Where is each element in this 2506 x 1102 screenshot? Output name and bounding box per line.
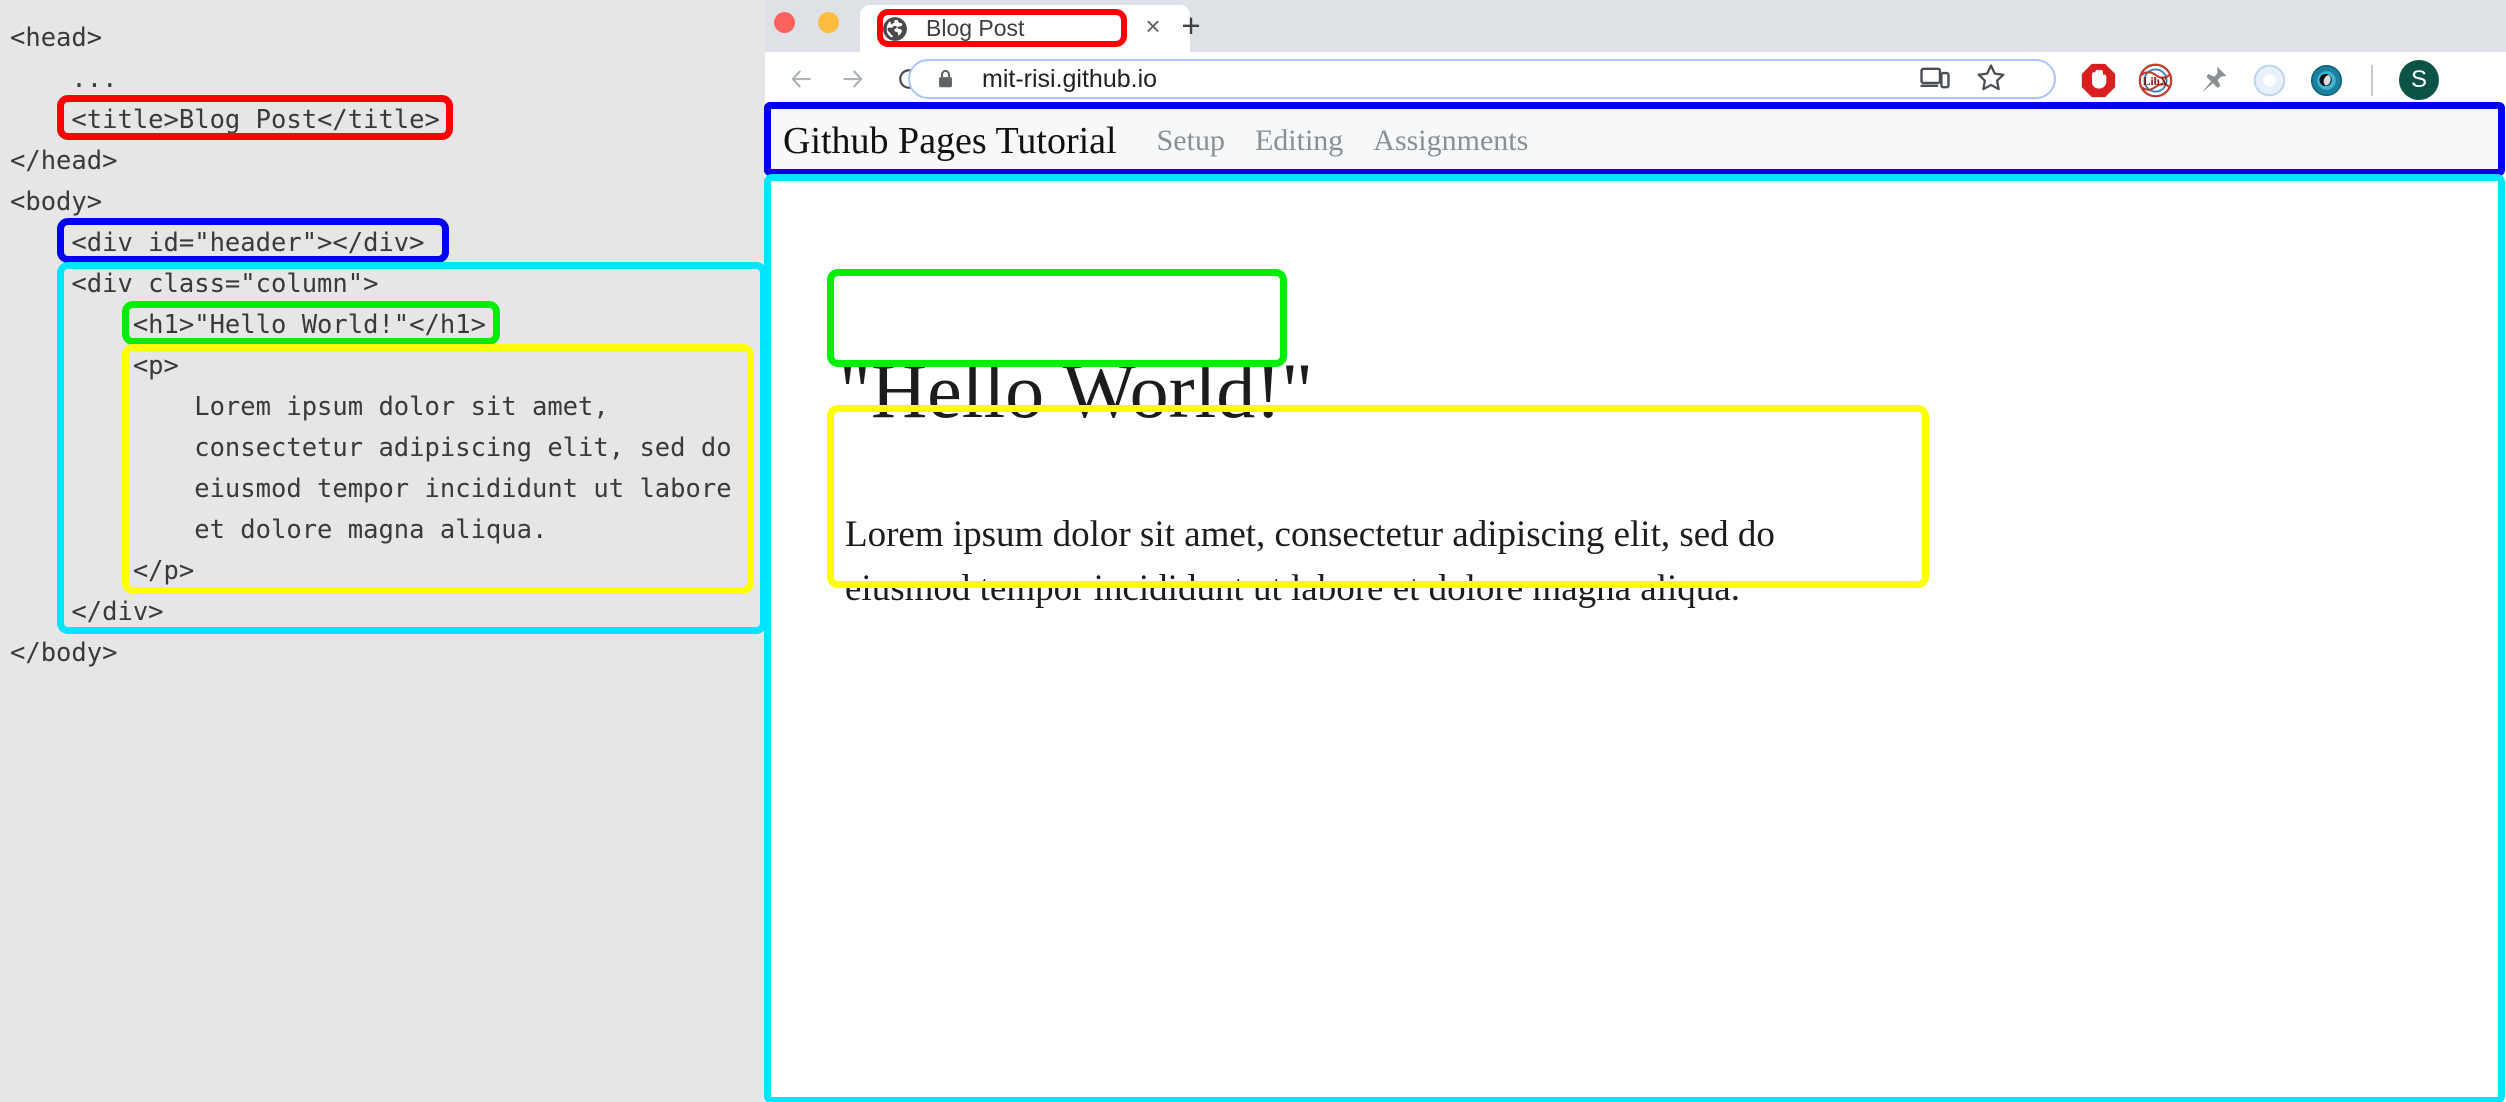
eye-extension-icon[interactable] <box>2308 62 2345 99</box>
pushpin-icon[interactable] <box>2194 62 2231 99</box>
new-tab-button[interactable]: + <box>1174 9 1208 44</box>
cast-to-device-icon[interactable] <box>1918 61 1952 95</box>
arrow-right-icon <box>843 69 863 88</box>
star-icon[interactable] <box>1974 61 2008 95</box>
screenshot-root: <head> ... <title>Blog Post</title> </he… <box>0 0 2506 1102</box>
nav-link-setup[interactable]: Setup <box>1157 124 1225 158</box>
arrow-left-icon <box>791 69 811 88</box>
libx-icon[interactable]: LibX <box>2137 62 2174 99</box>
close-window-button[interactable] <box>774 12 795 33</box>
globe-icon <box>883 16 907 41</box>
adblock-icon[interactable] <box>2080 62 2117 99</box>
code-line-h1: <h1>"Hello World!"</h1> <box>10 310 486 340</box>
code-line: ... <box>10 64 118 94</box>
code-line-column-div: <div class="column"> <box>10 269 379 299</box>
svg-text:LibX: LibX <box>2143 76 2168 88</box>
code-line-lorem-2: consectetur adipiscing elit, sed do <box>10 433 732 463</box>
site-header: Github Pages Tutorial Setup Editing Assi… <box>767 107 2504 174</box>
code-line: <head> <box>10 23 103 53</box>
lock-icon <box>939 69 952 88</box>
code-line: </head> <box>10 146 118 176</box>
code-line-p-close: </p> <box>10 556 195 586</box>
code-line: <body> <box>10 187 103 217</box>
browser-tab-strip: Blog Post × + <box>765 0 2506 52</box>
rendered-page-viewport: Github Pages Tutorial Setup Editing Assi… <box>764 102 2506 1102</box>
back-button[interactable] <box>785 63 817 95</box>
html-source-code-panel: <head> ... <title>Blog Post</title> </he… <box>0 0 767 1102</box>
toolbar-divider <box>2371 64 2373 96</box>
code-line: </body> <box>10 638 118 668</box>
page-heading: "Hello World!" <box>839 347 1314 434</box>
code-line-lorem-3: eiusmod tempor incididunt ut labore <box>10 474 732 504</box>
code-line-lorem-4: et dolore magna aliqua. <box>10 515 548 545</box>
code-line-div-close: </div> <box>10 597 164 627</box>
code-line-p-open: <p> <box>10 351 179 381</box>
profile-avatar[interactable]: S <box>2399 60 2439 100</box>
browser-tab-title: Blog Post <box>926 15 1025 41</box>
nav-link-editing[interactable]: Editing <box>1255 124 1343 158</box>
site-title: Github Pages Tutorial <box>783 119 1117 162</box>
code-line-title: <title>Blog Post</title> <box>10 105 440 135</box>
content-column: "Hello World!" Lorem ipsum dolor sit ame… <box>767 180 2504 1100</box>
site-nav: Setup Editing Assignments <box>1157 124 1529 158</box>
close-tab-button[interactable]: × <box>1140 13 1166 40</box>
omnibox-action-icons <box>1918 61 2008 95</box>
url-text: mit-risi.github.io <box>982 64 1158 93</box>
extension-icons: LibX S <box>2080 60 2439 100</box>
code-line-lorem-1: Lorem ipsum dolor sit amet, <box>10 392 609 422</box>
ring-extension-icon[interactable] <box>2251 62 2288 99</box>
code-line-header-div: <div id="header"></div> <box>10 228 425 258</box>
browser-toolbar: mit-risi.github.io LibX S <box>765 52 2506 105</box>
page-paragraph: Lorem ipsum dolor sit amet, consectetur … <box>845 514 1775 609</box>
forward-button[interactable] <box>837 63 869 95</box>
browser-window: Blog Post × + mit-risi.github.io LibX S … <box>764 0 2506 1102</box>
minimize-window-button[interactable] <box>818 12 839 33</box>
nav-link-assignments[interactable]: Assignments <box>1373 124 1528 158</box>
address-bar[interactable]: mit-risi.github.io <box>908 59 2056 99</box>
